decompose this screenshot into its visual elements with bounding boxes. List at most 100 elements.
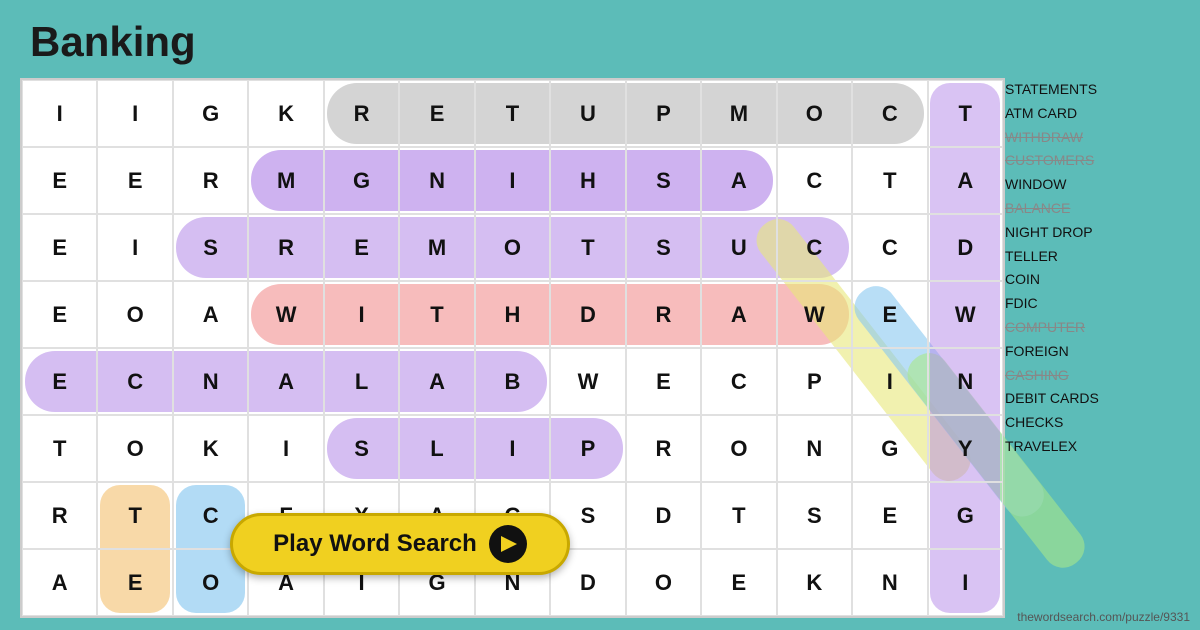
cell: W: [248, 281, 323, 348]
cell: N: [928, 348, 1003, 415]
word-list-item: TELLER: [1005, 245, 1190, 269]
cell: I: [324, 281, 399, 348]
cell: B: [475, 348, 550, 415]
cell: T: [550, 214, 625, 281]
word-list-item: WINDOW: [1005, 173, 1190, 197]
cell: A: [173, 281, 248, 348]
cell: C: [777, 214, 852, 281]
word-list-item: COMPUTER: [1005, 316, 1190, 340]
cell: O: [626, 549, 701, 616]
cell: L: [399, 415, 474, 482]
cell: N: [852, 549, 927, 616]
cell: E: [626, 348, 701, 415]
cell: T: [22, 415, 97, 482]
cell: W: [777, 281, 852, 348]
cell: D: [550, 281, 625, 348]
cell: S: [173, 214, 248, 281]
cell: I: [248, 415, 323, 482]
cell: I: [22, 80, 97, 147]
cell: A: [701, 281, 776, 348]
cell: C: [777, 147, 852, 214]
cell: A: [248, 348, 323, 415]
cell: G: [928, 482, 1003, 549]
cell: M: [701, 80, 776, 147]
cell: Y: [928, 415, 1003, 482]
cell: K: [777, 549, 852, 616]
word-list-item: ATM CARD: [1005, 102, 1190, 126]
cell: E: [852, 482, 927, 549]
cell: A: [399, 348, 474, 415]
cell: E: [399, 80, 474, 147]
cell: L: [324, 348, 399, 415]
play-icon: [489, 525, 527, 563]
page-title: Banking: [30, 18, 196, 66]
cell: E: [22, 281, 97, 348]
cell: E: [22, 214, 97, 281]
word-list-item: CHECKS: [1005, 411, 1190, 435]
cell: I: [97, 80, 172, 147]
cell: C: [852, 214, 927, 281]
word-list-item: DEBIT CARDS: [1005, 387, 1190, 411]
cell: W: [550, 348, 625, 415]
cell: A: [701, 147, 776, 214]
cell: R: [173, 147, 248, 214]
play-button[interactable]: Play Word Search: [230, 513, 570, 575]
cell: I: [475, 147, 550, 214]
cell: S: [626, 147, 701, 214]
cell: I: [852, 348, 927, 415]
cell: O: [97, 281, 172, 348]
word-list-item: COIN: [1005, 268, 1190, 292]
cell: N: [173, 348, 248, 415]
cell: T: [701, 482, 776, 549]
cell: M: [248, 147, 323, 214]
word-list-item: CUSTOMERS: [1005, 149, 1190, 173]
cell: O: [777, 80, 852, 147]
cell: R: [248, 214, 323, 281]
cell: E: [97, 147, 172, 214]
cell: S: [626, 214, 701, 281]
cell: I: [928, 549, 1003, 616]
word-list-item: FDIC: [1005, 292, 1190, 316]
cell: C: [97, 348, 172, 415]
word-list-item: CASHING: [1005, 364, 1190, 388]
cell: E: [97, 549, 172, 616]
cell: P: [626, 80, 701, 147]
cell: A: [928, 147, 1003, 214]
cell: S: [324, 415, 399, 482]
cell: U: [701, 214, 776, 281]
cell: G: [852, 415, 927, 482]
word-list-item: NIGHT DROP: [1005, 221, 1190, 245]
cell: T: [97, 482, 172, 549]
cell: E: [701, 549, 776, 616]
cell: O: [701, 415, 776, 482]
cell: C: [701, 348, 776, 415]
cell: E: [324, 214, 399, 281]
cell: C: [852, 80, 927, 147]
cell: H: [475, 281, 550, 348]
word-list-item: TRAVELEX: [1005, 435, 1190, 459]
cell: A: [22, 549, 97, 616]
cell: U: [550, 80, 625, 147]
cell: O: [97, 415, 172, 482]
play-button-label: Play Word Search: [273, 530, 477, 558]
cell: R: [22, 482, 97, 549]
cell: I: [475, 415, 550, 482]
cell: R: [626, 415, 701, 482]
cell: G: [173, 80, 248, 147]
word-list: STATEMENTSATM CARDWITHDRAWCUSTOMERSWINDO…: [1005, 78, 1190, 459]
cell: O: [475, 214, 550, 281]
cell: R: [626, 281, 701, 348]
cell: P: [550, 415, 625, 482]
word-list-item: STATEMENTS: [1005, 78, 1190, 102]
cell: W: [928, 281, 1003, 348]
cell: S: [777, 482, 852, 549]
cell: N: [777, 415, 852, 482]
cell: G: [324, 147, 399, 214]
cell: I: [97, 214, 172, 281]
cell: D: [928, 214, 1003, 281]
cell: N: [399, 147, 474, 214]
cell: T: [928, 80, 1003, 147]
cell: D: [626, 482, 701, 549]
cell: E: [22, 348, 97, 415]
cell: K: [248, 80, 323, 147]
